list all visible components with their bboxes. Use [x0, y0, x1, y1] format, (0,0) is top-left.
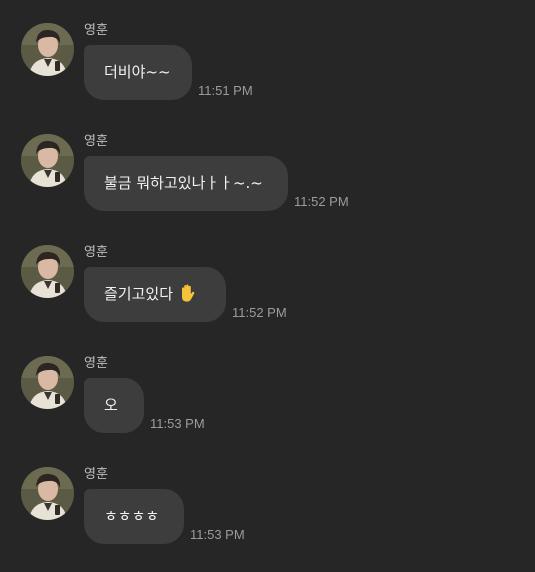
avatar[interactable]: [21, 23, 74, 76]
message-timestamp: 11:52 PM: [294, 194, 349, 209]
message-text: 즐기고있다: [104, 285, 174, 303]
message-bubble[interactable]: 불금 뭐하고있나ㅏㅏ~.~: [84, 156, 288, 211]
avatar[interactable]: [21, 356, 74, 409]
message-timestamp: 11:51 PM: [198, 83, 253, 98]
message-bubble[interactable]: 오: [84, 378, 144, 433]
raised-hand-icon: [179, 284, 195, 302]
avatar[interactable]: [21, 467, 74, 520]
chat-message: 영훈 즐기고있다 11:52 PM: [0, 245, 535, 350]
avatar[interactable]: [21, 245, 74, 298]
avatar-photo: [21, 134, 74, 187]
sender-name: 영훈: [84, 134, 108, 149]
message-text: 오: [104, 396, 118, 414]
sender-name: 영훈: [84, 23, 108, 38]
chat-message: 영훈 불금 뭐하고있나ㅏㅏ~.~ 11:52 PM: [0, 134, 535, 239]
message-text: ㅎㅎㅎㅎ: [104, 507, 160, 525]
message-text: 불금 뭐하고있나ㅏㅏ~.~: [104, 174, 263, 192]
avatar[interactable]: [21, 134, 74, 187]
message-bubble[interactable]: ㅎㅎㅎㅎ: [84, 489, 184, 544]
message-timestamp: 11:53 PM: [190, 527, 245, 542]
sender-name: 영훈: [84, 356, 108, 371]
sender-name: 영훈: [84, 467, 108, 482]
avatar-photo: [21, 245, 74, 298]
chat-message: 영훈 더비야~~ 11:51 PM: [0, 23, 535, 128]
message-bubble[interactable]: 즐기고있다: [84, 267, 226, 322]
sender-name: 영훈: [84, 245, 108, 260]
chat-message: 영훈 오 11:53 PM: [0, 356, 535, 461]
chat-message: 영훈 ㅎㅎㅎㅎ 11:53 PM: [0, 467, 535, 572]
avatar-photo: [21, 356, 74, 409]
message-timestamp: 11:53 PM: [150, 416, 205, 431]
avatar-photo: [21, 23, 74, 76]
message-bubble[interactable]: 더비야~~: [84, 45, 192, 100]
avatar-photo: [21, 467, 74, 520]
message-text: 더비야~~: [104, 63, 171, 81]
message-timestamp: 11:52 PM: [232, 305, 287, 320]
